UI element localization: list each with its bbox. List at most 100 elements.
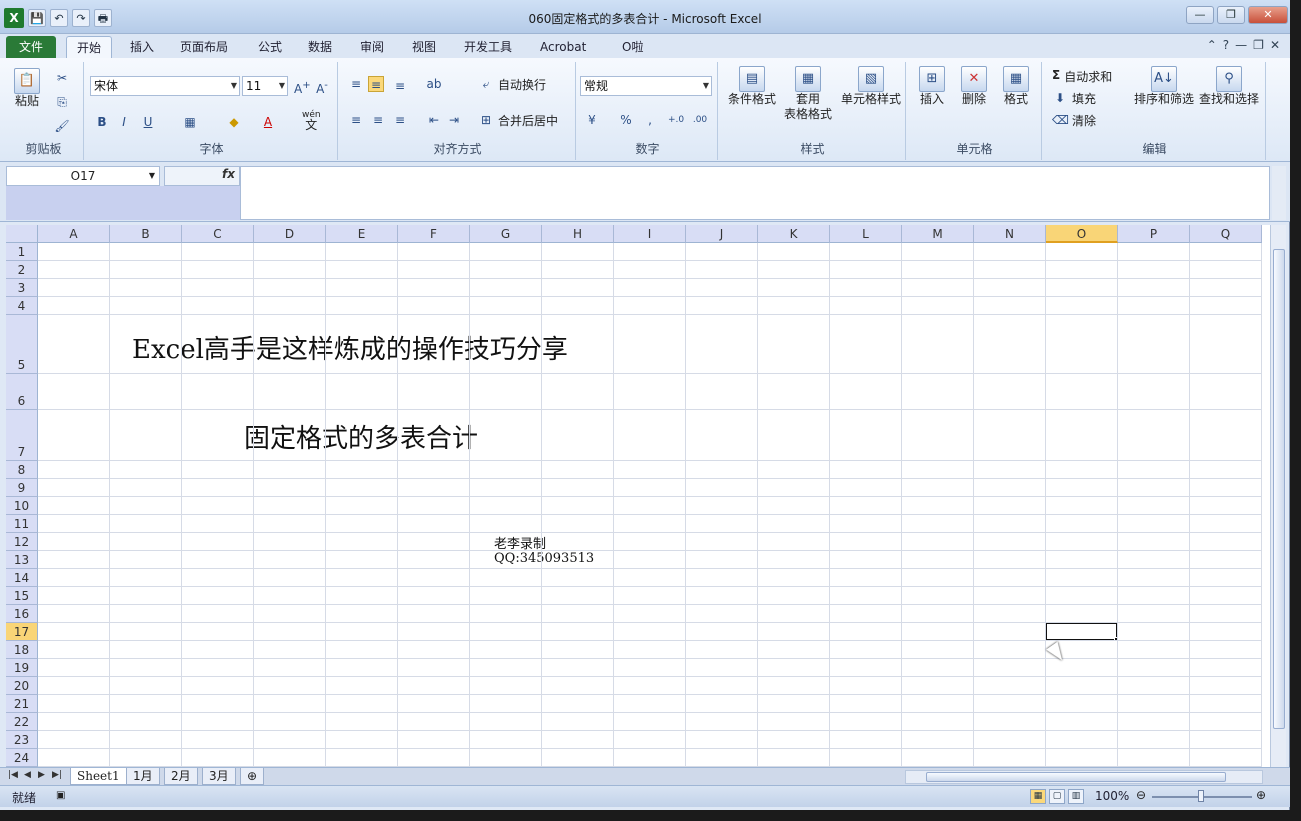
- name-box[interactable]: O17 ▼: [6, 166, 160, 186]
- insert-sheet-icon[interactable]: ⊕: [240, 768, 265, 785]
- row-header-1[interactable]: 1: [6, 243, 38, 261]
- zoom-level[interactable]: 100%: [1095, 789, 1129, 803]
- align-bottom-icon[interactable]: ≡: [392, 78, 408, 94]
- row-header-14[interactable]: 14: [6, 569, 38, 587]
- sort-filter-button[interactable]: A↓ 排序和筛选: [1132, 66, 1196, 107]
- orientation-icon[interactable]: ab: [426, 76, 442, 92]
- doc-minimize-icon[interactable]: —: [1235, 38, 1247, 52]
- column-header-e[interactable]: E: [326, 225, 398, 243]
- normal-view-button[interactable]: ▦: [1030, 789, 1046, 804]
- format-cells-button[interactable]: ▦ 格式: [996, 66, 1036, 107]
- copy-icon[interactable]: ⎘: [54, 94, 70, 110]
- vertical-scrollbar[interactable]: [1270, 225, 1286, 767]
- row-header-19[interactable]: 19: [6, 659, 38, 677]
- row-header-11[interactable]: 11: [6, 515, 38, 533]
- row-header-8[interactable]: 8: [6, 461, 38, 479]
- increase-indent-icon[interactable]: ⇥: [446, 112, 462, 128]
- row-header-16[interactable]: 16: [6, 605, 38, 623]
- row-header-24[interactable]: 24: [6, 749, 38, 767]
- column-header-j[interactable]: J: [686, 225, 758, 243]
- row-header-18[interactable]: 18: [6, 641, 38, 659]
- row-header-20[interactable]: 20: [6, 677, 38, 695]
- zoom-out-icon[interactable]: ⊖: [1136, 788, 1146, 802]
- last-sheet-icon[interactable]: ▶|: [52, 770, 62, 780]
- wrap-text-button[interactable]: ⤶ 自动换行: [478, 76, 546, 93]
- formula-input[interactable]: [240, 166, 1270, 220]
- sheet-tab-jan[interactable]: 1月: [126, 768, 160, 785]
- horizontal-scroll-thumb[interactable]: [926, 772, 1226, 782]
- find-select-button[interactable]: ⚲ 查找和选择: [1196, 66, 1262, 107]
- collapse-ribbon-icon[interactable]: ⌃: [1207, 38, 1217, 52]
- align-middle-icon[interactable]: ≡: [368, 76, 384, 92]
- column-header-p[interactable]: P: [1118, 225, 1190, 243]
- row-header-5[interactable]: 5: [6, 315, 38, 374]
- tab-file[interactable]: 文件: [6, 36, 57, 58]
- tab-home[interactable]: 开始: [66, 36, 113, 58]
- tab-acrobat[interactable]: Acrobat: [530, 36, 596, 58]
- tab-ola[interactable]: O啦: [612, 36, 653, 58]
- row-header-21[interactable]: 21: [6, 695, 38, 713]
- column-header-h[interactable]: H: [542, 225, 614, 243]
- decrease-decimal-button[interactable]: .00: [692, 112, 708, 128]
- horizontal-scrollbar[interactable]: [905, 770, 1263, 784]
- delete-cells-button[interactable]: ✕ 删除: [954, 66, 994, 107]
- sheet-tab-sheet1[interactable]: Sheet1: [70, 768, 127, 785]
- align-right-icon[interactable]: ≡: [392, 112, 408, 128]
- row-header-2[interactable]: 2: [6, 261, 38, 279]
- zoom-slider-knob[interactable]: [1198, 790, 1204, 802]
- conditional-format-button[interactable]: ▤ 条件格式: [724, 66, 780, 107]
- zoom-in-icon[interactable]: ⊕: [1256, 788, 1266, 802]
- tab-data[interactable]: 数据: [298, 36, 342, 58]
- align-top-icon[interactable]: ≡: [348, 76, 364, 92]
- active-cell-selection[interactable]: [1045, 622, 1118, 641]
- row-header-23[interactable]: 23: [6, 731, 38, 749]
- column-header-q[interactable]: Q: [1190, 225, 1262, 243]
- percent-button[interactable]: %: [618, 112, 634, 128]
- row-header-22[interactable]: 22: [6, 713, 38, 731]
- merge-center-button[interactable]: ⊞ 合并后居中: [478, 112, 558, 129]
- column-header-m[interactable]: M: [902, 225, 974, 243]
- font-size-select[interactable]: 11 ▼: [242, 76, 288, 96]
- column-header-k[interactable]: K: [758, 225, 830, 243]
- borders-icon[interactable]: ▦: [182, 114, 198, 130]
- column-header-c[interactable]: C: [182, 225, 254, 243]
- row-header-12[interactable]: 12: [6, 533, 38, 551]
- autosum-button[interactable]: Σ 自动求和: [1052, 68, 1112, 85]
- tab-review[interactable]: 审阅: [350, 36, 394, 58]
- number-format-select[interactable]: 常规 ▼: [580, 76, 712, 96]
- tab-view[interactable]: 视图: [402, 36, 446, 58]
- comma-button[interactable]: ,: [642, 112, 658, 128]
- first-sheet-icon[interactable]: |◀: [8, 770, 18, 780]
- font-color-icon[interactable]: A: [260, 114, 276, 130]
- maximize-button[interactable]: ❐: [1217, 6, 1245, 24]
- tab-developer[interactable]: 开发工具: [454, 36, 522, 58]
- clear-button[interactable]: ⌫ 清除: [1052, 112, 1096, 129]
- formula-bar-scroll[interactable]: [1272, 166, 1286, 220]
- underline-button[interactable]: U: [140, 114, 156, 130]
- phonetic-button[interactable]: wén 文: [302, 110, 321, 132]
- tab-insert[interactable]: 插入: [120, 36, 164, 58]
- grow-font-icon[interactable]: A+: [294, 78, 311, 96]
- sheet-tab-feb[interactable]: 2月: [164, 768, 198, 785]
- increase-decimal-button[interactable]: +.0: [668, 112, 684, 128]
- doc-close-icon[interactable]: ✕: [1270, 38, 1280, 52]
- decrease-indent-icon[interactable]: ⇤: [426, 112, 442, 128]
- tab-formulas[interactable]: 公式: [248, 36, 292, 58]
- fill-color-icon[interactable]: ◆: [226, 114, 242, 130]
- column-header-a[interactable]: A: [38, 225, 110, 243]
- row-header-6[interactable]: 6: [6, 374, 38, 410]
- column-header-f[interactable]: F: [398, 225, 470, 243]
- align-center-icon[interactable]: ≡: [370, 112, 386, 128]
- sheet-tab-mar[interactable]: 3月: [202, 768, 236, 785]
- insert-cells-button[interactable]: ⊞ 插入: [912, 66, 952, 107]
- tab-page-layout[interactable]: 页面布局: [170, 36, 238, 58]
- select-all-corner[interactable]: [6, 225, 38, 243]
- column-header-d[interactable]: D: [254, 225, 326, 243]
- doc-restore-icon[interactable]: ❐: [1253, 38, 1264, 52]
- close-button[interactable]: ✕: [1248, 6, 1288, 24]
- prev-sheet-icon[interactable]: ◀: [24, 770, 31, 780]
- help-icon[interactable]: ?: [1223, 38, 1229, 52]
- column-header-n[interactable]: N: [974, 225, 1046, 243]
- worksheet-grid[interactable]: Excel高手是这样炼成的操作技巧分享 固定格式的多表合计 老李录制 QQ:34…: [6, 225, 1270, 767]
- font-name-select[interactable]: 宋体 ▼: [90, 76, 240, 96]
